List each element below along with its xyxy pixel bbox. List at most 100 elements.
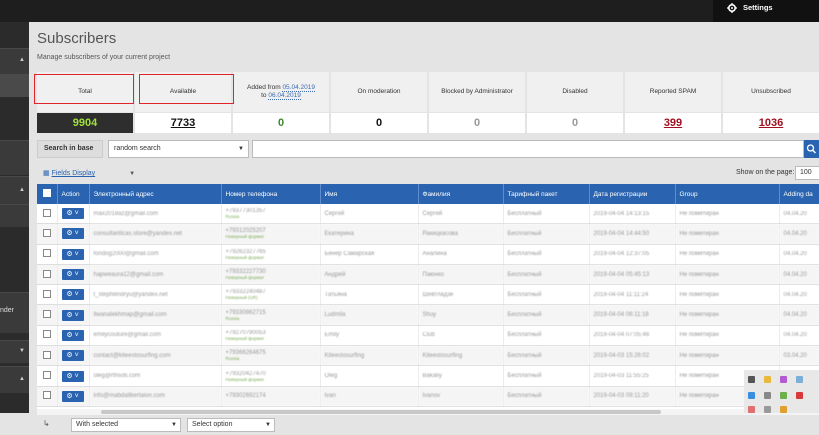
cell-phone[interactable]: +79366264675 Russia [221, 345, 321, 367]
sidebar-item-sender[interactable]: nder [0, 292, 29, 333]
cell-surname[interactable]: Ракицкасова [418, 223, 504, 245]
cell-registration-date[interactable]: 2019-04-04 05:45:13 [589, 264, 676, 286]
table-row[interactable]: ⚙ ˅ consultanticas.store@yandex.net +79312… [37, 223, 819, 245]
row-checkbox[interactable] [37, 304, 58, 326]
cell-registration-date[interactable]: 2019-04-03 09:11:20 [589, 386, 676, 407]
row-action-button[interactable]: ⚙ ˅ [57, 204, 90, 225]
tray-app-icon[interactable] [748, 406, 755, 413]
sidebar-section-3[interactable]: ▼ [0, 340, 29, 363]
search-button[interactable] [804, 140, 819, 158]
cell-phone[interactable]: +79320427470 Неверный формат [221, 365, 321, 387]
row-checkbox[interactable] [37, 284, 58, 306]
cell-name[interactable]: Oleg [320, 365, 419, 387]
cell-group[interactable]: Не пометиран [675, 304, 780, 326]
column-header-plan[interactable]: Тарифный пакет [503, 184, 590, 204]
cell-email[interactable]: info@mabdalibertaion.com [89, 386, 222, 407]
column-header-surname[interactable]: Фамилия [418, 184, 504, 204]
per-page-select[interactable]: 100 [795, 166, 819, 180]
cell-surname[interactable]: Аналина [418, 244, 504, 265]
row-action-button[interactable]: ⚙ ˅ [57, 365, 90, 387]
cell-group[interactable]: Не пометиран [675, 284, 780, 306]
cell-plan[interactable]: Бесплатный [503, 204, 590, 225]
select-option-select[interactable]: Select option ▼ [187, 418, 275, 432]
cell-phone[interactable]: +79312025207 Неверный формат [221, 223, 321, 245]
cell-group[interactable]: Не пометиран [675, 325, 780, 347]
row-action-button[interactable]: ⚙ ˅ [57, 304, 90, 326]
table-row[interactable]: ⚙ ˅ hapweaura12@gmail.com +79332227730 Неве… [37, 264, 819, 286]
cell-name[interactable]: Ivan [320, 386, 419, 407]
cell-name[interactable]: Ludmila [320, 304, 419, 326]
sidebar-section-4[interactable]: ▲ [0, 366, 29, 393]
cell-phone[interactable]: +79262327765 Неверный формат [221, 244, 321, 265]
cell-phone[interactable]: +79332227730 Неверный формат [221, 264, 321, 286]
cell-name[interactable]: Екатерина [320, 223, 419, 245]
cell-surname[interactable]: Сергей [418, 204, 504, 225]
row-action-button[interactable]: ⚙ ˅ [57, 284, 90, 306]
column-header-registration-date[interactable]: Дата регистрации [589, 184, 676, 204]
cell-adding-date[interactable]: 04.04.20 [779, 284, 819, 306]
table-row[interactable]: ⚙ ˅ fondog2000@gmail.com +79262327765 Невер… [37, 244, 819, 265]
cell-phone[interactable]: +79270790053 Неверный формат [221, 325, 321, 347]
cell-registration-date[interactable]: 2019-04-04 12:37:05 [589, 244, 676, 265]
sidebar-item-active[interactable] [0, 74, 29, 97]
cell-group[interactable]: Не пометиран [675, 204, 780, 225]
column-header-group[interactable]: Group [675, 184, 780, 204]
cell-surname[interactable]: Шевтладзе [418, 284, 504, 306]
cell-adding-date[interactable]: 03.04.20 [779, 345, 819, 367]
cell-email[interactable]: ilwanalekhmap@gmail.com [89, 304, 222, 326]
tray-app-icon[interactable] [764, 392, 771, 399]
row-action-button[interactable]: ⚙ ˅ [57, 244, 90, 265]
row-action-button[interactable]: ⚙ ˅ [57, 325, 90, 347]
horizontal-scrollbar[interactable] [37, 409, 819, 415]
cell-name[interactable]: Андрей [320, 264, 419, 286]
cell-plan[interactable]: Бесплатный [503, 386, 590, 407]
cell-plan[interactable]: Бесплатный [503, 325, 590, 347]
settings-menu[interactable]: Settings [713, 0, 819, 22]
cell-group[interactable]: Не пометиран [675, 264, 780, 286]
cell-adding-date[interactable]: 04.04.20 [779, 204, 819, 225]
cell-name[interactable]: Emily [320, 325, 419, 347]
added-date-from[interactable]: 05.04.2019 [282, 84, 315, 92]
cell-registration-date[interactable]: 2019-04-04 11:11:24 [589, 284, 676, 306]
cell-registration-date[interactable]: 2019-04-04 14:44:50 [589, 223, 676, 245]
cell-name[interactable]: Kiteestosurfing [320, 345, 419, 367]
cell-adding-date[interactable]: 04.04.20 [779, 244, 819, 265]
tray-app-icon[interactable] [780, 406, 787, 413]
tray-app-icon[interactable] [796, 392, 803, 399]
column-header-adding-date[interactable]: Adding da [779, 184, 819, 204]
row-action-button[interactable]: ⚙ ˅ [57, 386, 90, 407]
tray-app-icon[interactable] [764, 376, 771, 383]
row-checkbox[interactable] [37, 264, 58, 286]
cell-name[interactable]: Татьяна [320, 284, 419, 306]
cell-registration-date[interactable]: 2019-04-03 11:55:25 [589, 365, 676, 387]
cell-registration-date[interactable]: 2019-04-04 06:11:18 [589, 304, 676, 326]
tray-app-icon[interactable] [780, 392, 787, 399]
tray-app-icon[interactable] [796, 376, 803, 383]
cell-adding-date[interactable]: 04.04.20 [779, 264, 819, 286]
cell-email[interactable]: consultanticas.store@yandex.net [89, 223, 222, 245]
cell-group[interactable]: Не пометиран [675, 345, 780, 367]
cell-surname[interactable]: Kiteestosurfing [418, 345, 504, 367]
cell-email[interactable]: fondog2000@gmail.com [89, 244, 222, 265]
cell-adding-date[interactable]: 04.04.20 [779, 325, 819, 347]
column-header-phone[interactable]: Номер телефона [221, 184, 321, 204]
table-row[interactable]: ⚙ ˅ oleg@rthsoti.com +79320427470 Неверный … [37, 365, 819, 387]
cell-adding-date[interactable]: 04.04.20 [779, 223, 819, 245]
sidebar-item[interactable] [0, 204, 29, 227]
cell-email[interactable]: max2018az@gmail.com [89, 204, 222, 225]
cell-plan[interactable]: Бесплатный [503, 365, 590, 387]
cell-plan[interactable]: Бесплатный [503, 304, 590, 326]
cell-plan[interactable]: Бесплатный [503, 244, 590, 265]
sidebar-section-1[interactable]: ▲ [0, 48, 29, 75]
cell-surname[interactable]: Club [418, 325, 504, 347]
cell-adding-date[interactable]: 04.04.20 [779, 304, 819, 326]
row-checkbox[interactable] [37, 345, 58, 367]
cell-registration-date[interactable]: 2019-04-04 07:05:46 [589, 325, 676, 347]
cell-plan[interactable]: Бесплатный [503, 284, 590, 306]
cell-phone[interactable]: +79332240487 Неверный (UR) [221, 284, 321, 306]
table-row[interactable]: ⚙ ˅ contact@kiteestosurfing.com +793662646… [37, 345, 819, 367]
row-checkbox[interactable] [37, 244, 58, 265]
cell-group[interactable]: Не пометиран [675, 244, 780, 265]
cell-group[interactable]: Не пометиран [675, 223, 780, 245]
cell-surname[interactable]: Bakaliy [418, 365, 504, 387]
